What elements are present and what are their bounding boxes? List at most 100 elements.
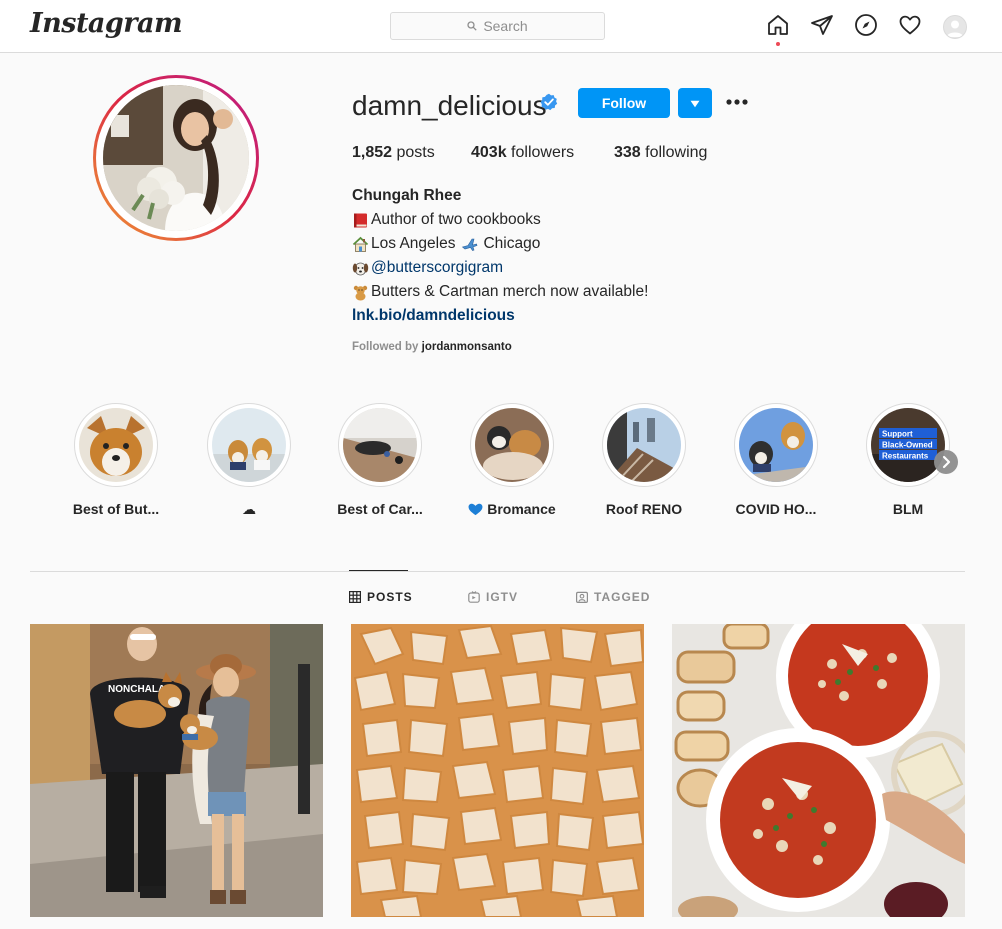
tagged-icon (576, 591, 588, 603)
tab-tagged-label: TAGGED (594, 590, 651, 604)
chevron-right-icon (942, 455, 951, 469)
suggested-accounts-toggle-button[interactable] (678, 88, 712, 118)
highlight-label-text: Bromance (487, 501, 556, 517)
highlight-cover-ring (207, 403, 291, 487)
highlight-cover-ring (338, 403, 422, 487)
bio-line-locations: Los Angeles Chicago (352, 232, 772, 256)
profile-picture-border (96, 78, 256, 238)
direct-messages-button[interactable] (810, 13, 834, 37)
highlight-cover-ring (74, 403, 158, 487)
highlight-cover-ring (602, 403, 686, 487)
profile-picture[interactable] (93, 75, 259, 241)
highlight-cover (212, 408, 286, 482)
search-input[interactable]: Search (390, 12, 605, 40)
post-image-couple-corgis: NONCHALA (30, 624, 323, 917)
bio-text-chicago: Chicago (483, 235, 541, 252)
bio-text-merch: Butters & Cartman merch now available! (371, 283, 649, 300)
active-indicator-dot (776, 42, 780, 46)
posts-count-label: posts (396, 144, 435, 161)
verified-badge-icon (540, 93, 558, 111)
story-highlight[interactable]: Bromance (446, 403, 578, 517)
bio-text-cookbooks: Author of two cookbooks (371, 211, 541, 228)
search-icon (467, 21, 477, 31)
highlight-cover (607, 408, 681, 482)
follow-button[interactable]: Follow (578, 88, 670, 118)
options-more-button[interactable] (724, 92, 750, 112)
story-highlight[interactable]: Best of Car... (314, 403, 446, 517)
svg-text:Restaurants: Restaurants (882, 452, 929, 461)
igtv-icon (468, 591, 480, 603)
bio-text-los-angeles: Los Angeles (371, 235, 456, 252)
search-placeholder: Search (483, 18, 528, 34)
tab-posts-label: POSTS (367, 590, 413, 604)
followed-by-user[interactable]: jordanmonsanto (422, 341, 512, 353)
followers-count-link[interactable]: 403k followers (471, 144, 574, 162)
airplane-icon (462, 238, 478, 251)
home-icon (768, 15, 788, 35)
active-tab-indicator (349, 570, 408, 571)
highlight-label: Bromance (446, 501, 578, 517)
top-navigation-bar: Instagram Search (0, 0, 1002, 53)
post-thumbnail[interactable] (351, 624, 644, 917)
highlight-label: Roof RENO (605, 501, 683, 517)
tab-tagged[interactable]: TAGGED (576, 590, 650, 604)
following-count-label: following (645, 144, 708, 161)
followed-by-line[interactable]: Followed by jordanmonsanto (352, 341, 512, 353)
post-thumbnail[interactable] (672, 624, 965, 917)
profile-bio: Chungah Rhee Author of two cookbooks Los… (352, 184, 772, 328)
highlights-next-button[interactable] (934, 450, 958, 474)
bio-mention-link[interactable]: @butterscorgigram (371, 256, 503, 280)
heart-icon (899, 15, 921, 35)
highlight-cover (739, 408, 813, 482)
red-book-icon (354, 213, 367, 227)
home-button[interactable] (766, 13, 790, 46)
story-highlight[interactable]: Best of But... (50, 403, 182, 517)
explore-button[interactable] (854, 13, 878, 37)
paper-plane-icon (811, 15, 833, 35)
bio-line-cookbooks: Author of two cookbooks (352, 208, 772, 232)
svg-text:NONCHALA: NONCHALA (108, 684, 165, 695)
posts-count: 1,852 posts (352, 144, 435, 162)
caret-down-icon (690, 100, 700, 107)
followed-by-prefix: Followed by (352, 341, 419, 353)
highlight-label: COVID HO... (735, 501, 817, 517)
house-icon (352, 236, 369, 252)
bio-line-merch: Butters & Cartman merch now available! (352, 280, 772, 304)
highlight-cover (343, 408, 417, 482)
compass-icon (855, 14, 877, 36)
default-avatar-icon (947, 20, 963, 37)
story-highlight[interactable]: COVID HO... (710, 403, 842, 517)
ellipsis-icon (726, 99, 748, 105)
grid-icon (349, 591, 361, 603)
bio-line-mention: @butterscorgigram (352, 256, 772, 280)
post-thumbnail[interactable]: NONCHALA (30, 624, 323, 917)
dog-face-icon (352, 262, 369, 275)
highlight-cover (79, 408, 153, 482)
story-highlight[interactable]: Roof RENO (578, 403, 710, 517)
profile-avatar[interactable] (943, 15, 967, 39)
posts-count-value: 1,852 (352, 144, 393, 161)
svg-text:Support: Support (882, 430, 913, 439)
tab-igtv[interactable]: IGTV (468, 590, 518, 604)
profile-full-name: Chungah Rhee (352, 187, 462, 204)
instagram-logo[interactable]: Instagram (30, 8, 183, 39)
highlight-cover-ring (470, 403, 554, 487)
blue-heart-icon (468, 503, 483, 516)
tab-posts[interactable]: POSTS (349, 590, 413, 604)
followers-count-label: followers (511, 144, 575, 161)
highlight-cover-ring (734, 403, 818, 487)
activity-button[interactable] (898, 13, 922, 37)
svg-text:Black-Owned: Black-Owned (882, 441, 933, 450)
post-image-pasta-pillows (351, 624, 644, 917)
highlight-label: BLM (892, 501, 924, 517)
tab-igtv-label: IGTV (486, 590, 519, 604)
teddy-bear-icon (353, 285, 368, 300)
story-highlight[interactable]: ☁ (183, 403, 315, 518)
highlight-label: Best of Car... (337, 501, 423, 517)
bio-website-link[interactable]: lnk.bio/damndelicious (352, 304, 772, 328)
followers-count-value: 403k (471, 144, 507, 161)
post-image-minestrone-soup (672, 624, 965, 917)
tabs-divider (30, 571, 965, 572)
profile-photo (103, 85, 249, 231)
following-count-link[interactable]: 338 following (614, 144, 707, 162)
